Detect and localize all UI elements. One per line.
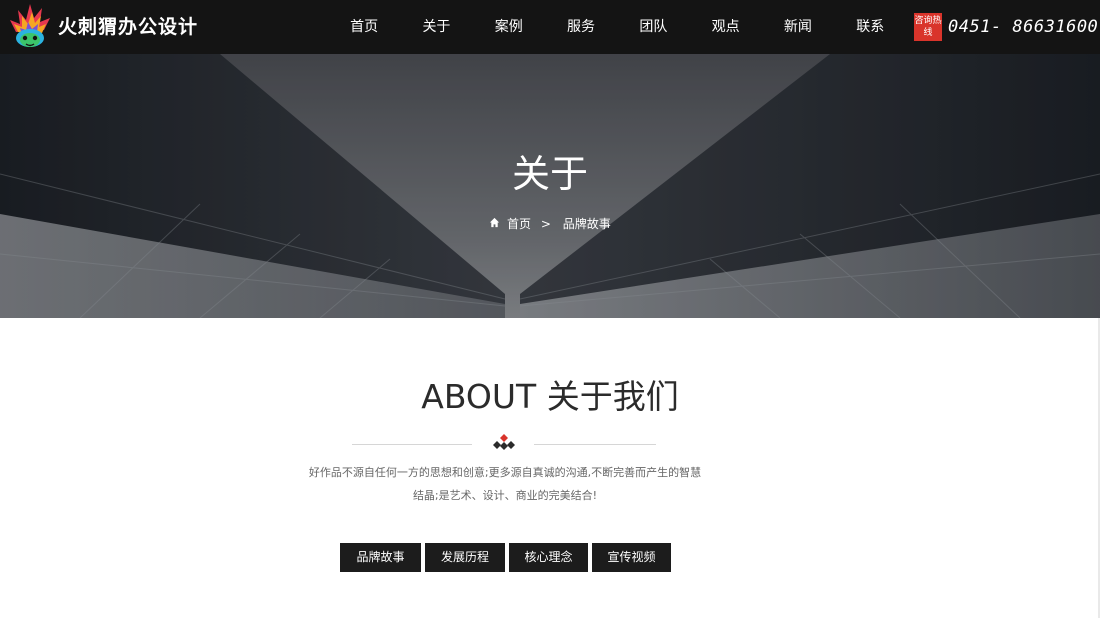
brand-name[interactable]: 火刺猬办公设计 [58, 14, 198, 40]
banner-title: 关于 [511, 152, 588, 196]
divider-left [352, 444, 472, 445]
hedgehog-logo-icon[interactable] [8, 2, 52, 50]
description-line-2: 结晶;是艺术、设计、商业的完美结合! [412, 489, 598, 502]
nav-item-contact[interactable]: 联系 [834, 0, 906, 54]
breadcrumb-home[interactable]: 首页 [507, 215, 531, 233]
nav-item-home[interactable]: 首页 [328, 0, 400, 54]
diamond-ornament-icon [493, 434, 515, 450]
hotline-badge: 咨询热线 [914, 13, 942, 41]
tab-history[interactable]: 发展历程 [425, 543, 505, 572]
section-title: ABOUT 关于我们 [421, 377, 679, 416]
section-description: 好作品不源自任何一方的思想和创意;更多源自真诚的沟通,不断完善而产生的智慧 结晶… [280, 461, 730, 507]
nav-item-views[interactable]: 观点 [689, 0, 761, 54]
tab-core-values[interactable]: 核心理念 [509, 543, 588, 572]
hotline-phone: 0451- 86631600 [948, 17, 1099, 37]
nav-item-about[interactable]: 关于 [400, 0, 472, 54]
description-line-1: 好作品不源自任何一方的思想和创意;更多源自真诚的沟通,不断完善而产生的智慧 [308, 466, 702, 479]
home-icon[interactable] [489, 215, 503, 233]
about-tabs: 品牌故事 发展历程 核心理念 宣传视频 [340, 543, 671, 572]
nav-item-team[interactable]: 团队 [617, 0, 689, 54]
divider-right [534, 444, 656, 445]
breadcrumb-current: 品牌故事 [562, 216, 611, 231]
tab-promo-video[interactable]: 宣传视频 [592, 543, 671, 572]
top-header: 火刺猬办公设计 首页 关于 案例 服务 团队 观点 新闻 联系 咨询热线 045… [0, 0, 1100, 54]
nav-item-news[interactable]: 新闻 [762, 0, 834, 54]
page-banner: 关于 首页 > 品牌故事 [0, 54, 1100, 318]
breadcrumb: 首页 > 品牌故事 [0, 214, 1100, 233]
nav-item-services[interactable]: 服务 [545, 0, 617, 54]
nav-item-cases[interactable]: 案例 [473, 0, 545, 54]
breadcrumb-separator: > [540, 216, 551, 231]
tab-brand-story[interactable]: 品牌故事 [340, 543, 421, 572]
main-nav: 首页 关于 案例 服务 团队 观点 新闻 联系 [328, 0, 906, 54]
